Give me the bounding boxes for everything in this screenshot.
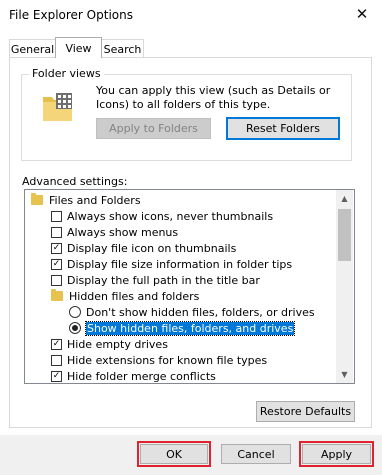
list-item-hidden-files-folders: Hidden files and folders [31,288,335,304]
apply-to-folders-button[interactable]: Apply to Folders [96,118,211,139]
restore-defaults-button[interactable]: Restore Defaults [256,401,355,422]
radio-button-selected[interactable] [69,322,81,334]
button-label: Reset Folders [246,122,320,135]
radio-button[interactable] [69,306,81,318]
scroll-down-icon[interactable]: ▼ [336,366,353,383]
list-item-always-show-menus[interactable]: Always show menus [31,224,335,240]
scrollbar-thumb[interactable] [338,209,351,261]
apply-button[interactable]: Apply [302,444,371,464]
folder-views-description: You can apply this view (such as Details… [96,84,331,111]
active-tab-joiner [56,56,101,58]
radio-dot [72,325,78,331]
list-item-label: Display the full path in the title bar [67,273,260,287]
checkbox-checked[interactable]: ✓ [51,370,62,382]
advanced-settings-items: Files and Folders Always show icons, nev… [31,192,335,384]
list-item-label: Display file icon on thumbnails [67,241,237,255]
list-item-label: Hide extensions for known file types [67,353,268,367]
tab-label: View [65,41,92,55]
folder-views-label: Folder views [29,67,104,80]
button-label: Apply to Folders [109,122,198,135]
list-item-display-file-size[interactable]: ✓ Display file size information in folde… [31,256,335,272]
list-item-hide-extensions[interactable]: Hide extensions for known file types [31,352,335,368]
tab-view[interactable]: View [55,37,102,58]
checkbox-checked[interactable]: ✓ [51,242,62,254]
checkbox-checked[interactable]: ✓ [51,258,62,270]
folder-icon [51,289,63,301]
list-item-hide-empty-drives[interactable]: ✓ Hide empty drives [31,336,335,352]
button-label: Restore Defaults [259,405,352,418]
window-title: File Explorer Options [9,8,133,22]
title-bar: File Explorer Options ✕ [0,0,382,32]
tab-label: Search [103,42,142,56]
reset-folders-button[interactable]: Reset Folders [226,117,340,140]
cancel-button[interactable]: Cancel [221,444,291,464]
advanced-settings-label: Advanced settings: [22,175,128,188]
scroll-up-icon[interactable]: ▲ [336,190,353,207]
list-item-label-selected: Show hidden files, folders, and drives [84,320,296,336]
button-label: Cancel [237,447,275,461]
checkbox-checked[interactable]: ✓ [51,338,62,350]
list-item-label: Hidden files and folders [69,289,200,303]
list-item-dont-show-hidden[interactable]: Don't show hidden files, folders, or dri… [31,304,335,320]
ok-button[interactable]: OK [140,444,208,464]
checkbox[interactable] [51,210,62,222]
checkbox[interactable] [51,274,62,286]
tab-search[interactable]: Search [101,39,144,58]
tab-label: General [10,42,55,56]
list-item-label: Always show icons, never thumbnails [67,209,274,223]
list-item-label: Hide empty drives [67,337,168,351]
list-item-label: Display file size information in folder … [67,257,293,271]
close-icon[interactable]: ✕ [352,2,372,26]
list-item-label: Don't show hidden files, folders, or dri… [86,305,315,319]
list-item-always-show-icons[interactable]: Always show icons, never thumbnails [31,208,335,224]
list-item-display-file-icon[interactable]: ✓ Display file icon on thumbnails [31,240,335,256]
checkbox[interactable] [51,354,62,366]
list-item-display-full-path[interactable]: Display the full path in the title bar [31,272,335,288]
tab-general[interactable]: General [9,39,56,58]
checkbox[interactable] [51,226,62,238]
button-label: Apply [320,447,353,461]
list-item-label: Hide folder merge conflicts [67,369,216,383]
list-item-label: Always show menus [67,225,179,239]
list-item-label: Files and Folders [49,193,141,207]
list-item-show-hidden[interactable]: Show hidden files, folders, and drives [31,320,335,336]
button-label: OK [166,447,182,461]
list-item-files-and-folders: Files and Folders [31,192,335,208]
folder-icon [31,193,43,205]
list-item-hide-merge-conflicts[interactable]: ✓ Hide folder merge conflicts [31,368,335,384]
folder-views-icon [42,91,74,123]
